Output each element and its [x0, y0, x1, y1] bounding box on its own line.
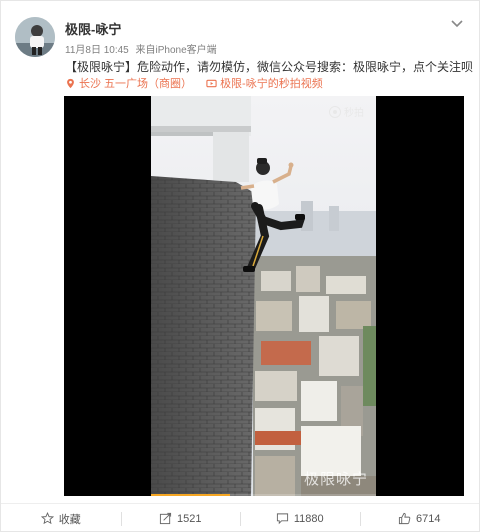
- video-watermark-logo: 秒拍: [329, 104, 364, 119]
- video-tag-label: 极限-咏宁的秒拍视频: [220, 78, 323, 90]
- post-meta: 11月8日 10:45 来自iPhone客户端: [65, 41, 221, 56]
- video-frame: [151, 96, 376, 496]
- location-tag-label: 长沙 五一广场（商圈）: [79, 78, 193, 90]
- comment-count: 11880: [293, 512, 324, 525]
- video-icon: [206, 79, 217, 87]
- video-watermark-text: 极限咏宁: [304, 471, 369, 488]
- video-player[interactable]: 秒拍 极限咏宁: [64, 96, 464, 496]
- star-icon: [40, 512, 54, 525]
- post-date[interactable]: 11月8日 10:45: [65, 45, 129, 56]
- video-logo-text: 秒拍: [344, 108, 364, 119]
- post-source[interactable]: iPhone客户端: [156, 45, 217, 56]
- chevron-down-icon[interactable]: [449, 15, 465, 31]
- weibo-post-card: 极限-咏宁 11月8日 10:45 来自iPhone客户端 【极限咏宁】危险动作…: [0, 0, 480, 532]
- author-name[interactable]: 极限-咏宁: [65, 19, 121, 38]
- comment-button[interactable]: 11880: [240, 504, 360, 532]
- repost-button[interactable]: 1521: [120, 504, 241, 532]
- thumbs-up-icon: [398, 512, 411, 525]
- favorite-label: 收藏: [58, 513, 81, 526]
- comment-icon: [276, 513, 288, 525]
- repost-icon: [159, 512, 172, 525]
- like-count: 6714: [416, 512, 441, 525]
- favorite-button[interactable]: 收藏: [1, 504, 121, 532]
- video-progress-bar[interactable]: [151, 494, 376, 496]
- repost-count: 1521: [177, 512, 202, 525]
- location-pin-icon: [67, 78, 74, 88]
- location-tag[interactable]: 长沙 五一广场（商圈）: [65, 75, 192, 91]
- post-tags: 长沙 五一广场（商圈） 极限-咏宁的秒拍视频: [65, 76, 323, 90]
- video-tag[interactable]: 极限-咏宁的秒拍视频: [206, 75, 323, 91]
- like-button[interactable]: 6714: [359, 504, 480, 532]
- miaopai-logo-icon: [329, 105, 341, 118]
- video-progress-fill: [151, 494, 230, 496]
- action-bar: 收藏 1521 11880 6714: [1, 503, 479, 532]
- source-prefix: 来自: [135, 45, 156, 56]
- avatar[interactable]: [15, 17, 55, 57]
- post-text: 【极限咏宁】危险动作，请勿模仿，微信公众号搜索：极限咏宁，点个关注呗: [65, 60, 474, 74]
